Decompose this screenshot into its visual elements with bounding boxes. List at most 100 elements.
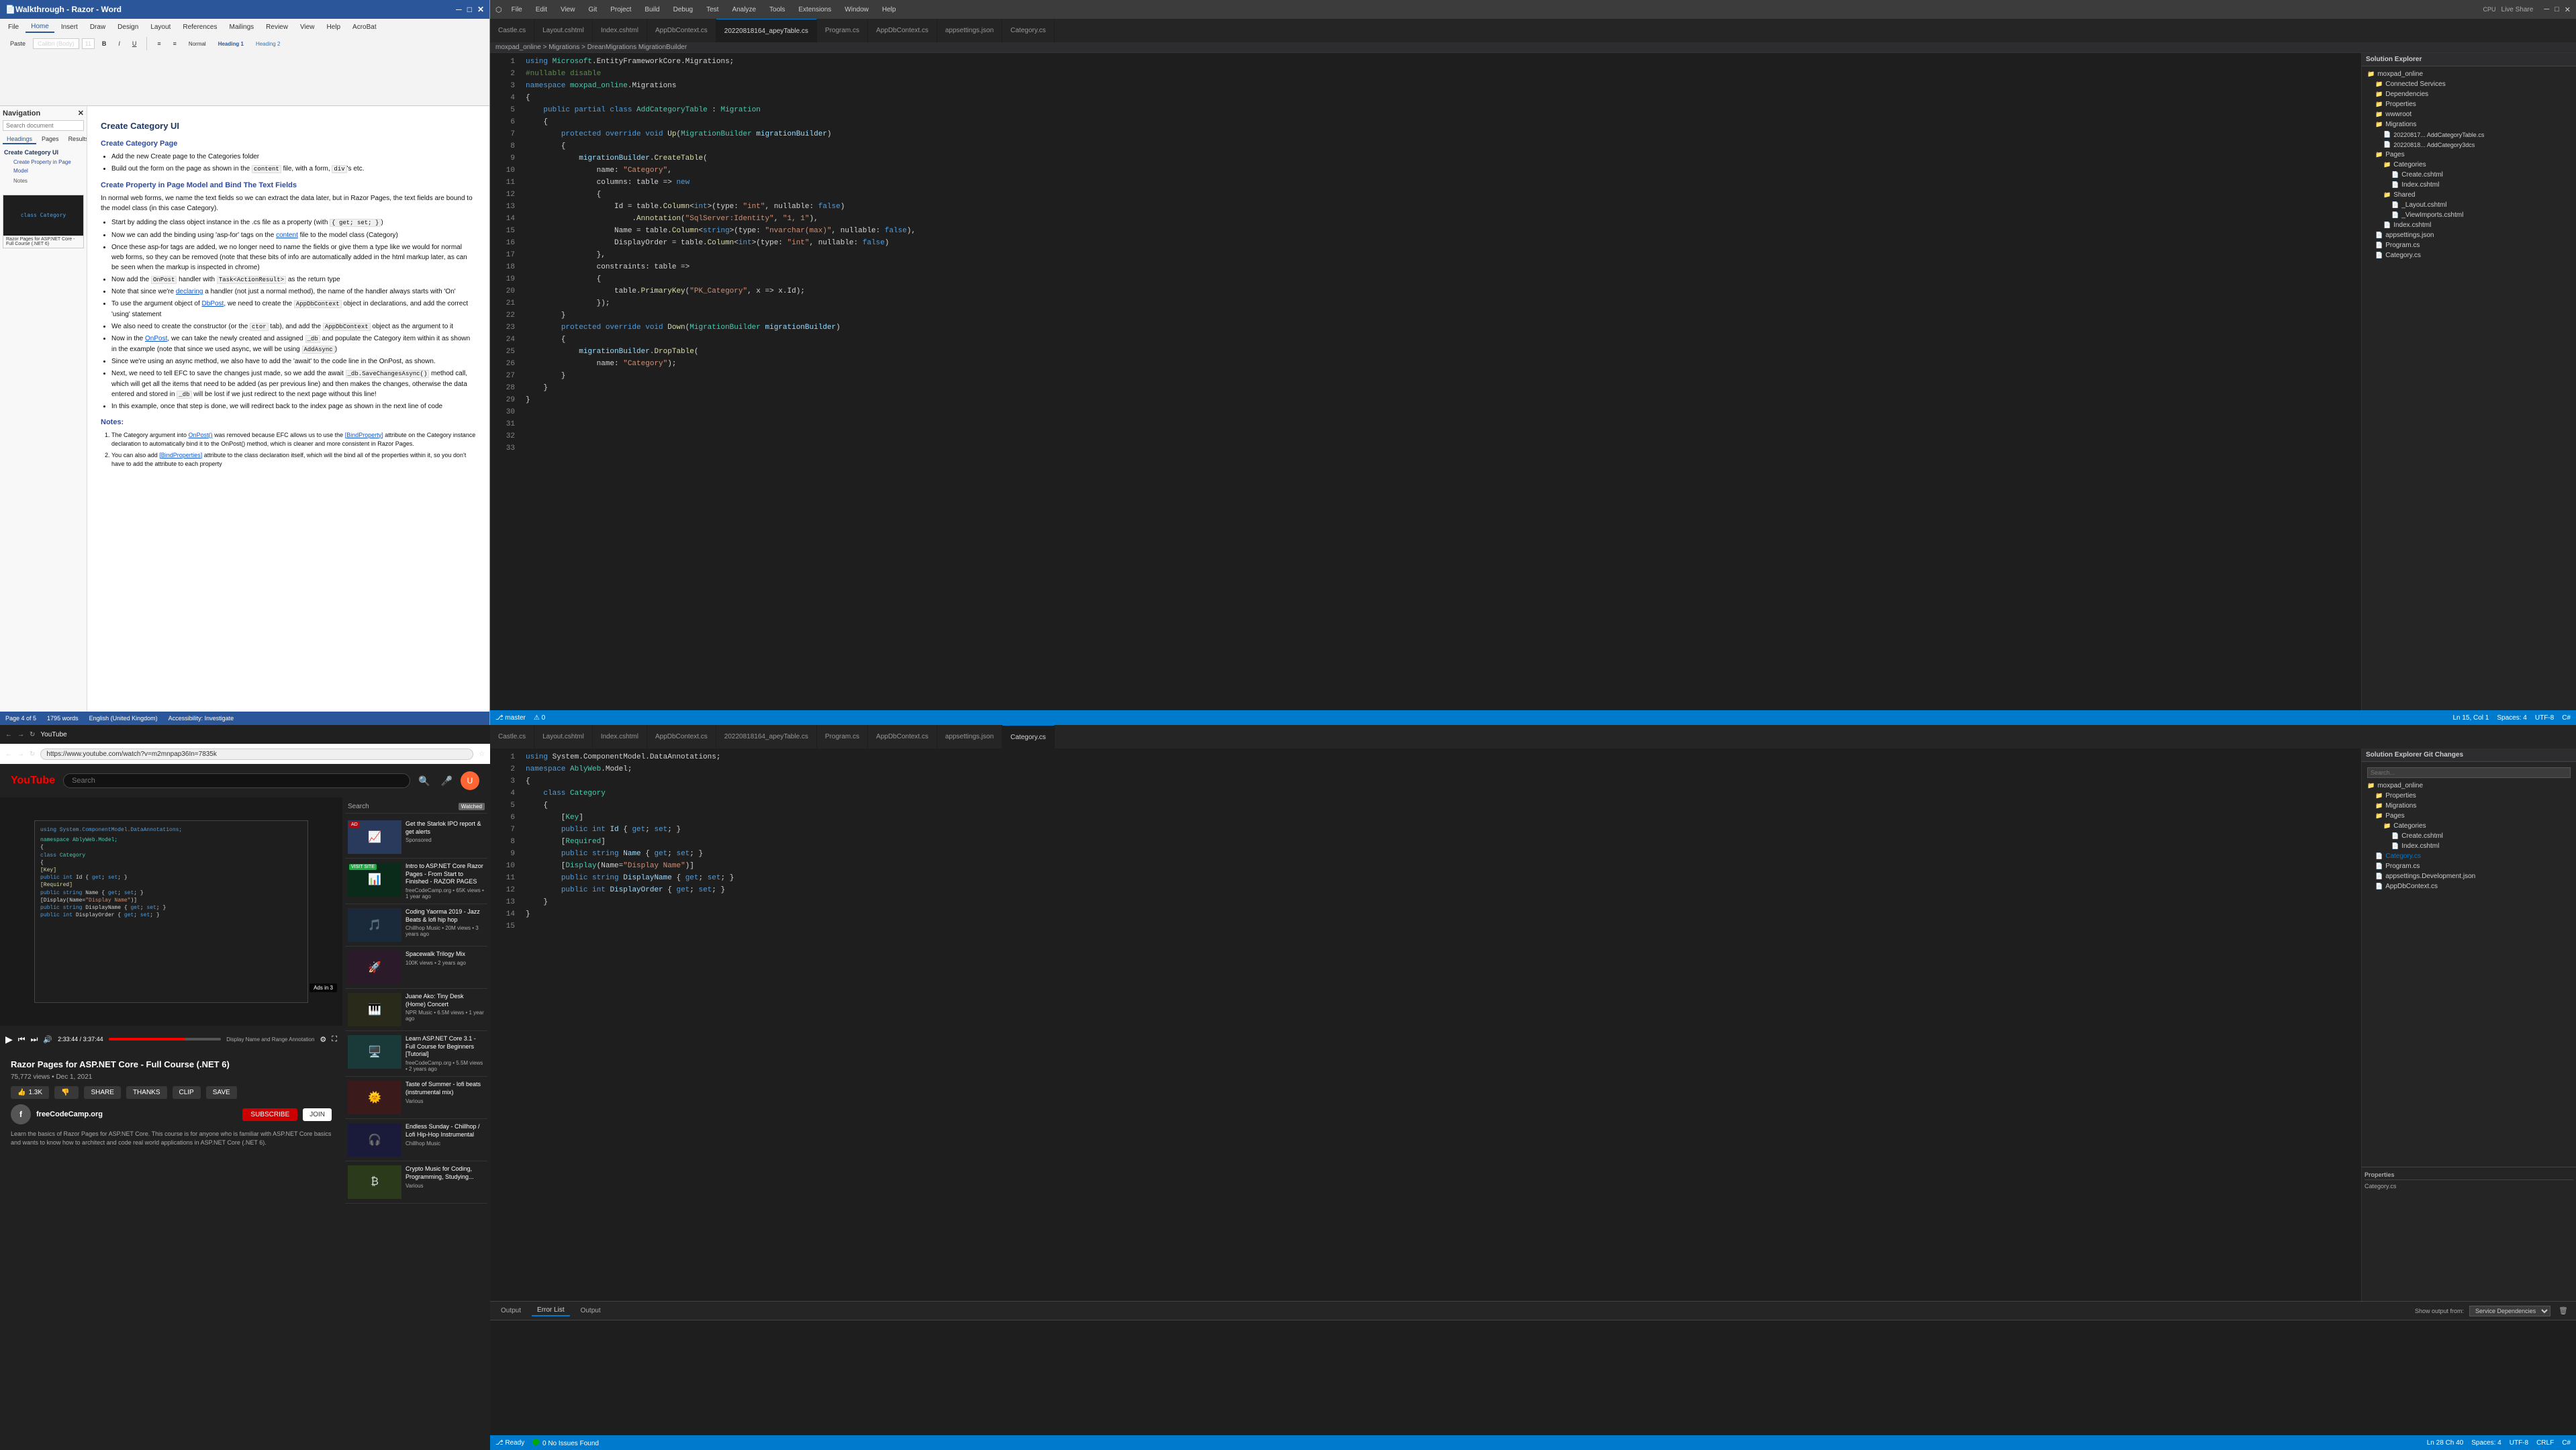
tree-wwwroot[interactable]: 📁 wwwroot <box>2365 109 2573 119</box>
tab-layout[interactable]: Layout <box>145 21 176 33</box>
tree-migration1[interactable]: 📄 20220817... AddCategoryTable.cs <box>2365 130 2573 140</box>
tab-review[interactable]: Review <box>260 21 293 33</box>
language-mode[interactable]: C# <box>2562 714 2571 722</box>
btab-appdbcontext2[interactable]: AppDbContext.cs <box>868 725 937 748</box>
menu-test[interactable]: Test <box>702 5 722 15</box>
volume-icon[interactable]: 🔊 <box>43 1035 52 1044</box>
menu-window[interactable]: Window <box>841 5 873 15</box>
tree-root[interactable]: 📁 moxpad_online <box>2365 69 2573 79</box>
sidebar-video-3[interactable]: 🎵 Coding Yaorma 2019 - Jazz Beats & lofi… <box>345 904 487 947</box>
settings-icon[interactable]: ⚙ <box>320 1035 326 1044</box>
menu-tools[interactable]: Tools <box>765 5 789 15</box>
word-document[interactable]: Create Category UI Create Category Page … <box>87 106 489 712</box>
code-editor[interactable]: using Microsoft.EntityFrameworkCore.Migr… <box>520 53 2361 710</box>
btree-index-cshtml[interactable]: 📄 Index.cshtml <box>2365 841 2573 851</box>
tree-program[interactable]: 📄 Program.cs <box>2365 240 2573 250</box>
tree-index-cshtml[interactable]: 📄 Index.cshtml <box>2365 180 2573 190</box>
sidebar-video-6[interactable]: 🖥️ Learn ASP.NET Core 3.1 - Full Course … <box>345 1031 487 1077</box>
navigation-search[interactable] <box>3 120 84 131</box>
tab-index[interactable]: Index.cshtml <box>593 19 647 42</box>
menu-edit[interactable]: Edit <box>532 5 551 15</box>
close-icon[interactable]: ✕ <box>477 5 484 14</box>
btree-migrations[interactable]: 📁 Migrations <box>2365 801 2573 811</box>
tab-category[interactable]: Category.cs <box>1002 19 1055 42</box>
tree-viewimports[interactable]: 📄 _ViewImports.cshtml <box>2365 210 2573 220</box>
btree-create[interactable]: 📄 Create.cshtml <box>2365 831 2573 841</box>
minimize-icon[interactable]: ─ <box>456 5 462 14</box>
sidebar-video-5[interactable]: 🎹 Juane Ako: Tiny Desk (Home) Concert NP… <box>345 989 487 1031</box>
paste-btn[interactable]: Paste <box>5 38 30 49</box>
git-branch-bottom[interactable]: ⎇ Ready <box>495 1439 524 1447</box>
btab-category[interactable]: Category.cs <box>1002 725 1055 748</box>
clear-output-btn[interactable]: 🗑 <box>2556 1306 2571 1315</box>
skip-back-btn[interactable]: ⏮ <box>18 1034 26 1045</box>
btree-pages[interactable]: 📁 Pages <box>2365 811 2573 821</box>
bookmark-icon[interactable]: ☆ <box>479 751 485 758</box>
tree-create-cshtml[interactable]: 📄 Create.cshtml <box>2365 170 2573 180</box>
menu-view[interactable]: View <box>557 5 579 15</box>
search-icon[interactable]: 🔍 <box>418 775 430 787</box>
btree-categories[interactable]: 📁 Categories <box>2365 821 2573 831</box>
nav-tab-results[interactable]: Results <box>64 135 87 144</box>
yt-avatar[interactable]: U <box>461 771 479 790</box>
btab-index[interactable]: Index.cshtml <box>593 725 647 748</box>
btab-program[interactable]: Program.cs <box>817 725 868 748</box>
tree-categories[interactable]: 📁 Categories <box>2365 160 2573 170</box>
sidebar-video-8[interactable]: 🎧 Endless Sunday - Chillhop / Lofi Hip-H… <box>345 1119 487 1161</box>
browser-back[interactable]: ← <box>5 751 12 758</box>
vs-minimize[interactable]: ─ <box>2544 5 2549 14</box>
url-bar[interactable]: https://www.youtube.com/watch?v=m2mnpap3… <box>40 748 473 760</box>
tab-view[interactable]: View <box>295 21 320 33</box>
italic-btn[interactable]: I <box>113 38 125 49</box>
align-center-btn[interactable]: ≡ <box>169 38 181 49</box>
nav-tab-pages[interactable]: Pages <box>38 135 63 144</box>
tree-migrations[interactable]: 📁 Migrations <box>2365 119 2573 130</box>
fullscreen-icon[interactable]: ⛶ <box>332 1035 337 1044</box>
tab-mailings[interactable]: Mailings <box>224 21 259 33</box>
btab-migration[interactable]: 20220818164_apeyTable.cs <box>716 725 817 748</box>
browser-refresh[interactable]: ↻ <box>30 751 35 758</box>
align-left-btn[interactable]: ≡ <box>152 38 165 49</box>
issues-bottom[interactable]: 0 No Issues Found <box>532 1439 599 1447</box>
styles-heading1[interactable]: Heading 1 <box>213 39 248 49</box>
tree-shared[interactable]: 📁 Shared <box>2365 190 2573 200</box>
play-btn[interactable]: ▶ <box>5 1034 13 1045</box>
font-size-selector[interactable]: 11 <box>82 38 95 49</box>
nav-tab-headings[interactable]: Headings <box>3 135 36 144</box>
btree-category[interactable]: 📄 Category.cs <box>2365 851 2573 861</box>
back-btn[interactable]: ← <box>5 731 12 738</box>
dislike-btn[interactable]: 👎 <box>54 1086 79 1099</box>
underline-btn[interactable]: U <box>128 38 142 49</box>
menu-extensions[interactable]: Extensions <box>794 5 835 15</box>
btab-appsettings[interactable]: appsettings.json <box>937 725 1002 748</box>
tab-references[interactable]: References <box>177 21 222 33</box>
tab-help[interactable]: Help <box>321 21 346 33</box>
vs-close[interactable]: ✕ <box>2565 5 2571 14</box>
forward-btn[interactable]: → <box>17 731 24 738</box>
tree-layout[interactable]: 📄 _Layout.cshtml <box>2365 200 2573 210</box>
video-player[interactable]: using System.ComponentModel.DataAnnotati… <box>0 798 342 1026</box>
tree-dependencies[interactable]: 📁 Dependencies <box>2365 89 2573 99</box>
menu-help[interactable]: Help <box>878 5 900 15</box>
sidebar-video-9[interactable]: ₿ Crypto Music for Coding, Programming, … <box>345 1161 487 1204</box>
tab-home[interactable]: Home <box>26 21 54 33</box>
output-tab-problems[interactable]: Output <box>495 1306 526 1316</box>
maximize-icon[interactable]: □ <box>467 5 472 14</box>
live-share-btn[interactable]: Live Share <box>2501 6 2534 13</box>
tab-appdbcontext2[interactable]: AppDbContext.cs <box>868 19 937 42</box>
nav-item-1[interactable]: Create Category UI <box>3 147 84 158</box>
thanks-btn[interactable]: THANKS <box>126 1086 167 1099</box>
sidebar-video-4[interactable]: 🚀 Spacewalk Trilogy Mix 100K views • 2 y… <box>345 947 487 989</box>
tab-design[interactable]: Design <box>112 21 144 33</box>
menu-file[interactable]: File <box>508 5 526 15</box>
btab-layout[interactable]: Layout.cshtml <box>534 725 593 748</box>
nav-item-2[interactable]: Create Property in Page Model <box>3 158 84 177</box>
menu-analyze[interactable]: Analyze <box>728 5 760 15</box>
btree-properties[interactable]: 📁 Properties <box>2365 791 2573 801</box>
tab-insert[interactable]: Insert <box>56 21 83 33</box>
styles-heading2[interactable]: Heading 2 <box>251 39 285 49</box>
menu-debug[interactable]: Debug <box>669 5 697 15</box>
tab-castle[interactable]: Castle.cs <box>490 19 534 42</box>
tab-layout[interactable]: Layout.cshtml <box>534 19 593 42</box>
tree-properties[interactable]: 📁 Properties <box>2365 99 2573 109</box>
